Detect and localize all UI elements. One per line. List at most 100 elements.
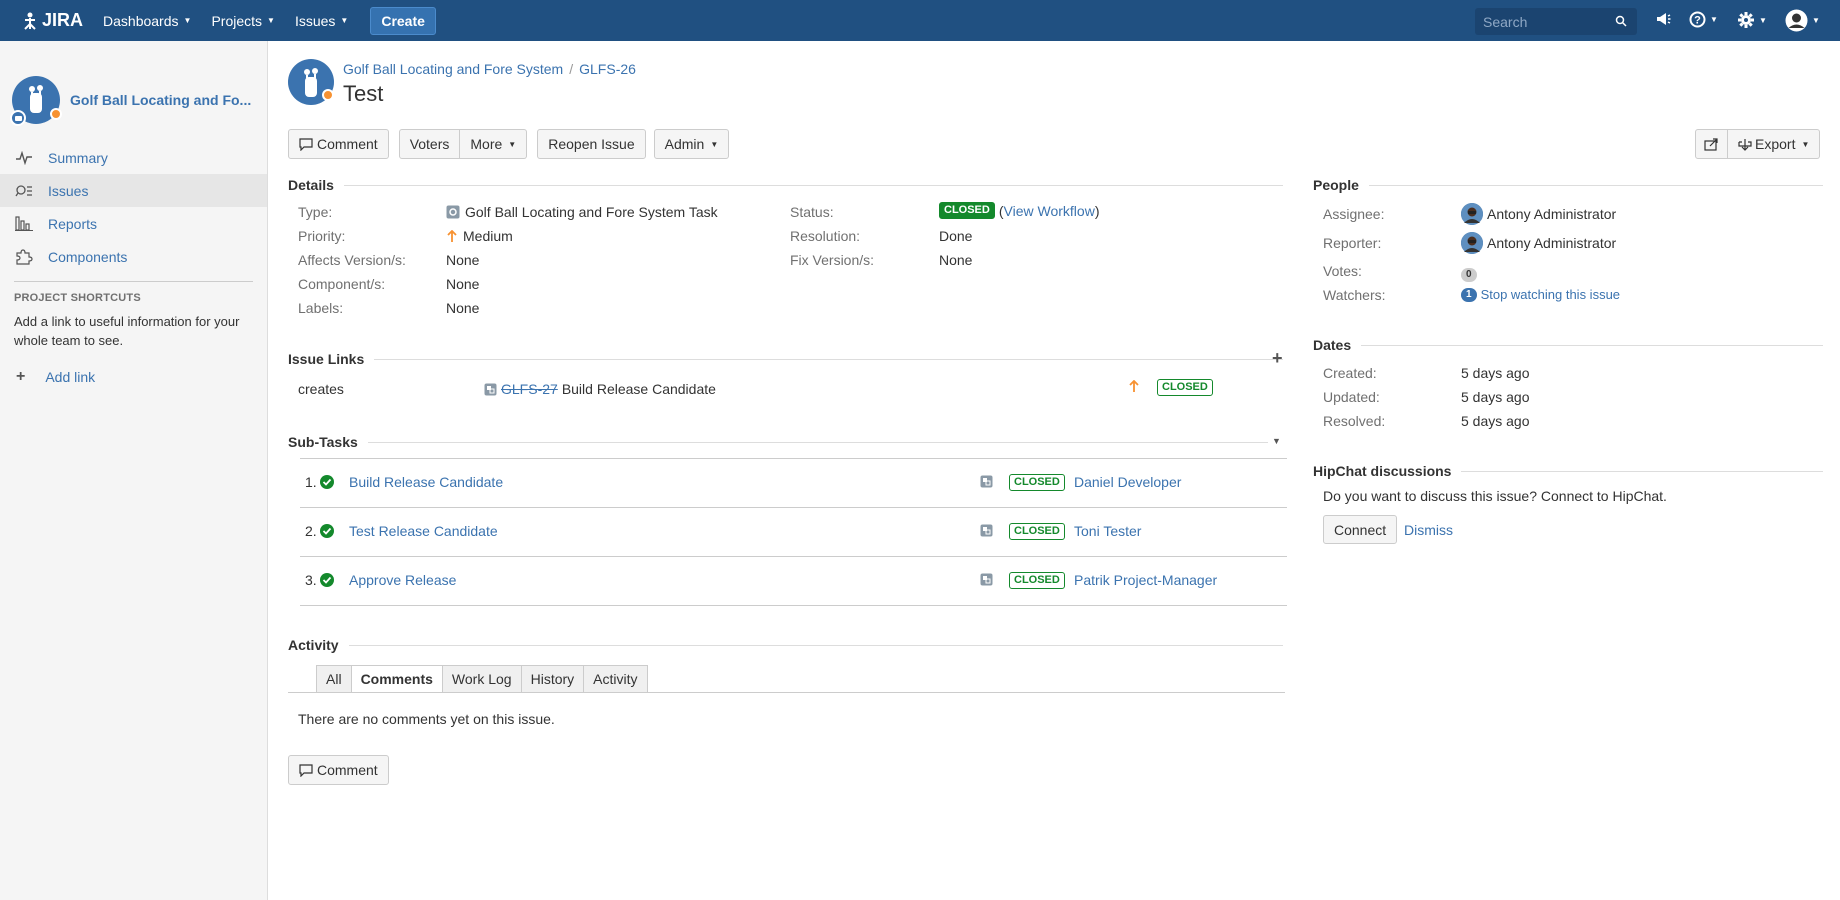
export-button[interactable]: Export ▼ — [1728, 129, 1821, 159]
done-check-icon — [320, 573, 334, 590]
export-tools: Export ▼ — [1695, 129, 1821, 159]
user-avatar-icon — [1785, 9, 1808, 32]
priority-label: Priority: — [298, 228, 346, 244]
dates-heading[interactable]: Dates — [1313, 337, 1823, 353]
connect-button[interactable]: Connect — [1323, 515, 1398, 544]
assignee-value[interactable]: Antony Administrator — [1461, 203, 1616, 225]
project-shortcuts-heading: PROJECT SHORTCUTS — [14, 292, 141, 304]
issue-project-avatar[interactable] — [288, 59, 334, 105]
add-link-button[interactable]: + Add link — [0, 368, 267, 386]
view-workflow-link[interactable]: View Workflow — [1004, 203, 1095, 219]
issue-header: Golf Ball Locating and Fore System / GLFS-… — [288, 59, 636, 106]
dismiss-link[interactable]: Dismiss — [1404, 522, 1453, 538]
sidebar-item-components[interactable]: Components — [0, 240, 267, 273]
project-name[interactable]: Golf Ball Locating and Fo... — [70, 92, 251, 108]
voters-button[interactable]: Voters — [398, 129, 461, 159]
notifications-megaphone-icon[interactable] — [1655, 11, 1671, 27]
votes-label: Votes: — [1323, 263, 1362, 279]
comment-button[interactable]: Comment — [288, 129, 389, 159]
issue-summary-title[interactable]: Test — [343, 81, 383, 107]
subtask-row[interactable]: 2. Test Release Candidate CLOSED Toni Te… — [300, 508, 1287, 557]
more-button[interactable]: More ▼ — [460, 129, 528, 159]
sidebar-item-reports[interactable]: Reports — [0, 207, 267, 240]
sidebar-item-summary[interactable]: Summary — [0, 141, 267, 174]
bar-chart-icon — [14, 216, 34, 231]
tab-all[interactable]: All — [316, 665, 352, 693]
details-section-heading[interactable]: Details — [288, 177, 1283, 193]
activity-title: Activity — [288, 637, 339, 653]
sidebar-item-label: Reports — [48, 215, 98, 232]
tab-activity[interactable]: Activity — [583, 665, 648, 693]
reporter-value[interactable]: Antony Administrator — [1461, 232, 1616, 254]
export-button-label: Export — [1755, 136, 1796, 152]
subtask-assignee-link[interactable]: Daniel Developer — [1074, 474, 1181, 490]
user-profile-menu[interactable]: ▼ — [1785, 9, 1820, 32]
tab-comments[interactable]: Comments — [350, 665, 443, 693]
component-label: Component/s: — [298, 276, 386, 292]
jira-logo[interactable]: JIRA — [20, 10, 83, 31]
status-badge: CLOSED — [939, 202, 995, 219]
votes-value[interactable]: 0 — [1461, 264, 1477, 282]
subtask-status-badge: CLOSED — [1009, 474, 1065, 491]
chevron-down-icon: ▼ — [1759, 15, 1767, 25]
nav-issues[interactable]: Issues ▼ — [295, 13, 348, 29]
breadcrumb-project[interactable]: Golf Ball Locating and Fore System — [343, 61, 563, 77]
download-icon — [1738, 138, 1752, 151]
project-avatar[interactable] — [10, 76, 62, 126]
gear-icon — [1738, 12, 1754, 28]
subtask-summary-link[interactable]: Test Release Candidate — [349, 523, 498, 539]
project-header[interactable]: Golf Ball Locating and Fo... — [0, 41, 267, 141]
labels-label: Labels: — [298, 300, 344, 316]
admin-button-label: Admin — [664, 136, 705, 152]
issue-links-heading[interactable]: Issue Links — [288, 351, 1283, 367]
search-input[interactable]: Search — [1475, 8, 1637, 35]
tab-work-log[interactable]: Work Log — [441, 665, 522, 693]
subtask-assignee-link[interactable]: Patrik Project-Manager — [1074, 572, 1217, 588]
activity-heading[interactable]: Activity — [288, 637, 1283, 653]
subtask-summary-link[interactable]: Build Release Candidate — [349, 474, 503, 490]
assignee-label: Assignee: — [1323, 206, 1385, 222]
nav-dashboards[interactable]: Dashboards ▼ — [103, 13, 191, 29]
linked-issue-summary[interactable]: Build Release Candidate — [562, 381, 716, 397]
chevron-down-icon: ▼ — [267, 16, 275, 25]
subtasks-options-chevron-icon[interactable]: ▼ — [1272, 436, 1281, 446]
add-issue-link-plus-icon[interactable]: + — [1272, 348, 1283, 369]
breadcrumb-separator: / — [569, 61, 574, 77]
stop-watching-link[interactable]: Stop watching this issue — [1481, 287, 1620, 302]
priority-value: Medium — [446, 228, 513, 244]
status-dot-icon — [50, 108, 62, 120]
admin-button[interactable]: Admin ▼ — [653, 129, 730, 159]
puzzle-icon — [14, 248, 34, 265]
subtask-summary-link[interactable]: Approve Release — [349, 572, 456, 588]
fix-version-value: None — [939, 252, 973, 268]
settings-menu[interactable]: ▼ — [1737, 11, 1767, 29]
breadcrumb-issue-key[interactable]: GLFS-26 — [579, 61, 636, 77]
people-heading[interactable]: People — [1313, 177, 1823, 193]
subtask-assignee-link[interactable]: Toni Tester — [1074, 523, 1141, 539]
chevron-down-icon: ▼ — [1812, 16, 1820, 25]
subtasks-heading[interactable]: Sub-Tasks — [288, 434, 1268, 450]
issues-icon — [14, 184, 34, 198]
comment-icon — [299, 763, 313, 777]
linked-issue-key[interactable]: GLFS-27 — [501, 381, 558, 397]
share-button[interactable] — [1695, 129, 1728, 159]
reopen-issue-button[interactable]: Reopen Issue — [537, 129, 646, 159]
hipchat-heading[interactable]: HipChat discussions — [1313, 463, 1823, 479]
tab-history[interactable]: History — [520, 665, 585, 693]
sidebar-item-issues[interactable]: Issues — [0, 174, 267, 207]
created-label: Created: — [1323, 365, 1377, 381]
top-navigation-bar: JIRA Dashboards ▼ Projects ▼ Issues ▼ Creat… — [0, 0, 1840, 41]
subtask-row[interactable]: 3. Approve Release CLOSED Patrik Project… — [300, 557, 1287, 606]
nav-projects-label: Projects — [211, 12, 263, 29]
affects-version-label: Affects Version/s: — [298, 252, 406, 268]
subtask-row[interactable]: 1. Build Release Candidate CLOSED Daniel… — [300, 459, 1287, 508]
help-menu[interactable]: ? ▼ — [1689, 11, 1718, 28]
votes-count-badge: 0 — [1461, 268, 1477, 282]
watchers-count-badge[interactable]: 1 — [1461, 287, 1477, 302]
component-value: None — [446, 276, 480, 292]
linked-issue-status-badge: CLOSED — [1157, 379, 1213, 396]
create-button[interactable]: Create — [370, 6, 436, 35]
nav-projects[interactable]: Projects ▼ — [211, 13, 275, 29]
bottom-comment-button[interactable]: Comment — [288, 755, 389, 785]
hipchat-prompt: Do you want to discuss this issue? Conne… — [1323, 488, 1667, 504]
